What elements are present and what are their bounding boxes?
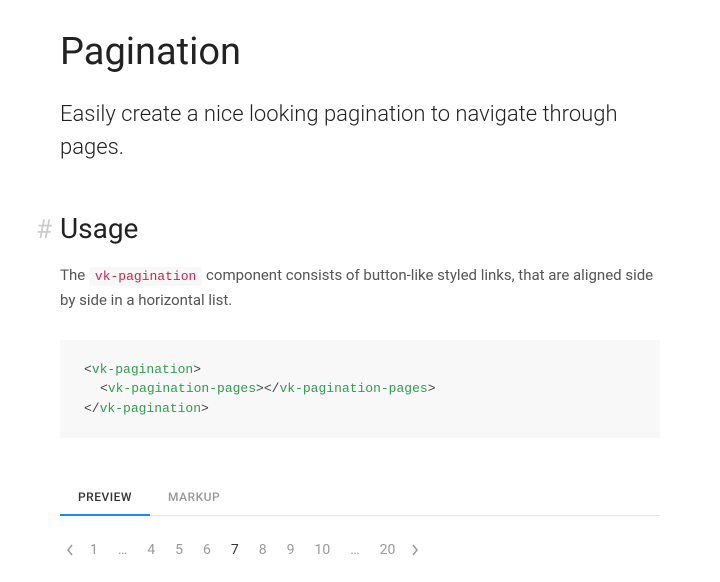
page-title: Pagination: [60, 30, 660, 74]
code-punct: <: [84, 362, 92, 377]
code-punct: >: [201, 401, 209, 416]
pagination-page[interactable]: 7: [221, 538, 249, 562]
tab-preview[interactable]: PREVIEW: [60, 480, 150, 516]
code-line: <vk-pagination-pages></vk-pagination-pag…: [84, 379, 636, 399]
section-heading-row: # Usage: [36, 212, 660, 245]
pagination-page[interactable]: 4: [137, 538, 165, 562]
code-punct: >: [193, 362, 201, 377]
pagination: 1…45678910…20: [60, 538, 660, 562]
pagination-page[interactable]: 1: [80, 538, 108, 562]
pagination-page[interactable]: 9: [277, 538, 305, 562]
pagination-page[interactable]: 8: [249, 538, 277, 562]
tab-markup[interactable]: MARKUP: [150, 480, 238, 516]
text-before-code: The: [60, 266, 89, 284]
pagination-page[interactable]: 6: [193, 538, 221, 562]
code-tag: vk-pagination: [100, 401, 201, 416]
pagination-ellipsis: …: [340, 538, 369, 562]
code-punct: </: [264, 381, 280, 396]
section-description: The vk-pagination component consists of …: [60, 263, 660, 312]
anchor-hash[interactable]: #: [36, 215, 60, 245]
code-block: <vk-pagination> <vk-pagination-pages></v…: [60, 340, 660, 439]
code-punct: <: [100, 381, 108, 396]
section-heading: Usage: [60, 212, 138, 245]
pagination-ellipsis: …: [108, 538, 137, 562]
code-line: <vk-pagination>: [84, 360, 636, 380]
pagination-page[interactable]: 10: [305, 538, 341, 562]
code-tag: vk-pagination-pages: [108, 381, 256, 396]
code-tag: vk-pagination: [92, 362, 193, 377]
chevron-left-icon: [66, 544, 74, 556]
code-punct: >: [428, 381, 436, 396]
pagination-prev[interactable]: [60, 540, 80, 560]
code-tag: vk-pagination-pages: [279, 381, 427, 396]
code-punct: >: [256, 381, 264, 396]
chevron-right-icon: [411, 544, 419, 556]
tab-bar: PREVIEW MARKUP: [60, 480, 660, 516]
page-lead: Easily create a nice looking pagination …: [60, 98, 660, 164]
pagination-page[interactable]: 5: [165, 538, 193, 562]
code-punct: </: [84, 401, 100, 416]
inline-code: vk-pagination: [89, 267, 202, 286]
pagination-next[interactable]: [405, 540, 425, 560]
code-line: </vk-pagination>: [84, 399, 636, 419]
pagination-page[interactable]: 20: [370, 538, 406, 562]
